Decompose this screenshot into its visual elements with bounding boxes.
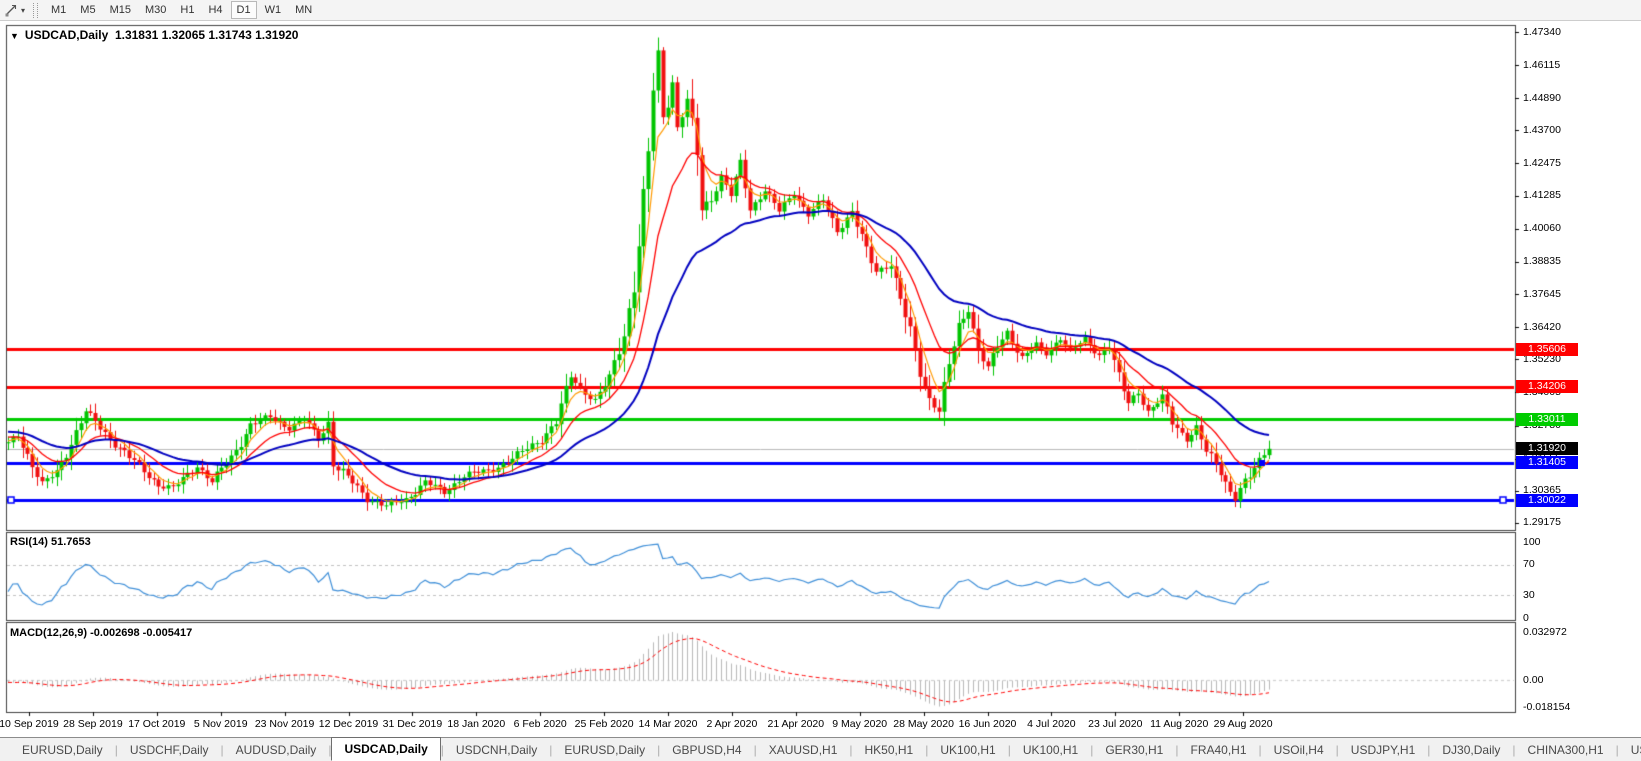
- toolbar: ▾ M1 M5 M15 M30 H1 H4 D1 W1 MN: [0, 0, 1641, 21]
- date-axis-label: 9 May 2020: [832, 718, 888, 730]
- chart-tab-usdcnh-daily[interactable]: USDCNH,Daily: [444, 740, 549, 760]
- chart-canvas[interactable]: [0, 21, 1641, 737]
- chart-tab-bar: EURUSD,Daily | USDCHF,Daily | AUDUSD,Daily | U…: [0, 736, 1641, 761]
- chart-tab-hk50-h1[interactable]: HK50,H1: [853, 740, 926, 760]
- price-level-label-1.34206: 1.34206: [1516, 380, 1578, 394]
- date-axis-label: 12 Dec 2019: [318, 718, 379, 730]
- timeframe-button-m30[interactable]: M30: [139, 1, 172, 19]
- price-level-label-1.31920: 1.31920: [1516, 442, 1578, 456]
- trendline-tool-icon[interactable]: [3, 2, 19, 18]
- date-axis-label: 5 Nov 2019: [193, 718, 248, 730]
- date-axis-label: 6 Feb 2020: [513, 718, 567, 730]
- chart-tab-ger30-h1[interactable]: GER30,H1: [1093, 740, 1175, 760]
- date-axis-label: 16 Jun 2020: [958, 718, 1017, 730]
- chart-tab-fra40-h1[interactable]: FRA40,H1: [1178, 740, 1258, 760]
- date-axis-label: 31 Dec 2019: [382, 718, 443, 730]
- rsi-scale-label: 100: [1523, 535, 1541, 548]
- chart-tab-eurusd-daily[interactable]: EURUSD,Daily: [10, 740, 115, 760]
- price-axis-label: 1.37645: [1523, 287, 1561, 300]
- rsi-scale-label: 30: [1523, 588, 1535, 601]
- price-axis-label: 1.46115: [1523, 58, 1561, 71]
- timeframe-button-m5[interactable]: M5: [74, 1, 101, 19]
- price-axis-label: 1.43700: [1523, 123, 1561, 136]
- chart-symbol-period: USDCAD,Daily: [24, 28, 109, 42]
- date-axis-label: 23 Jul 2020: [1088, 718, 1143, 730]
- chart-tab-uk100-h1[interactable]: UK100,H1: [1011, 740, 1090, 760]
- drawing-tool-group: ▾: [0, 0, 29, 20]
- date-axis-label: 25 Feb 2020: [574, 718, 634, 730]
- chart-tab-audusd-daily[interactable]: AUDUSD,Daily: [224, 740, 329, 760]
- date-axis-label: 14 Mar 2020: [638, 718, 698, 730]
- chart-tab-usoil-h4[interactable]: USOil,H4: [1262, 740, 1336, 760]
- chart-tab-usdjpy-h1[interactable]: USDJPY,H1: [1339, 740, 1427, 760]
- chart-tab-usdchf-daily[interactable]: USDCHF,Daily: [118, 740, 221, 760]
- timeframe-button-d1[interactable]: D1: [230, 1, 257, 19]
- timeframe-button-h4[interactable]: H4: [202, 1, 228, 19]
- chart-title: ▼ USDCAD,Daily 1.31831 1.32065 1.31743 1.…: [10, 28, 298, 42]
- chart-tab-usdcad-daily[interactable]: USDCAD,Daily: [331, 736, 441, 761]
- chart-tab-usoil-h1[interactable]: USOil,H1: [1619, 740, 1641, 760]
- rsi-scale-label: 70: [1523, 558, 1535, 571]
- chart-tab-dj30-daily[interactable]: DJ30,Daily: [1430, 740, 1512, 760]
- timeframe-button-group: M1 M5 M15 M30 H1 H4 D1 W1 MN: [44, 0, 319, 20]
- chart-tab-gbpusd-h4[interactable]: GBPUSD,H4: [660, 740, 753, 760]
- date-axis-label: 28 May 2020: [893, 718, 954, 730]
- price-level-label-1.35606: 1.35606: [1516, 342, 1578, 356]
- timeframe-button-m1[interactable]: M1: [45, 1, 72, 19]
- price-axis-label: 1.41285: [1523, 189, 1561, 202]
- chart-tab-uk100-h1[interactable]: UK100,H1: [928, 740, 1007, 760]
- rsi-indicator-label: RSI(14) 51.7653: [10, 536, 91, 548]
- date-axis-label: 4 Jul 2020: [1027, 718, 1076, 730]
- date-axis-label: 11 Aug 2020: [1150, 718, 1209, 730]
- date-axis-label: 17 Oct 2019: [128, 718, 186, 730]
- price-level-label-1.33011: 1.33011: [1516, 412, 1578, 426]
- price-axis-label: 1.40060: [1523, 222, 1561, 235]
- date-axis-label: 29 Aug 2020: [1213, 718, 1273, 730]
- chart-tab-xauusd-h1[interactable]: XAUUSD,H1: [757, 740, 850, 760]
- timeframe-button-h1[interactable]: H1: [174, 1, 200, 19]
- price-level-label-1.31405: 1.31405: [1516, 456, 1578, 470]
- price-axis-label: 1.42475: [1523, 156, 1561, 169]
- chart-tab-eurusd-daily[interactable]: EURUSD,Daily: [552, 740, 657, 760]
- price-axis-label: 1.47340: [1523, 25, 1561, 38]
- date-axis-label: 28 Sep 2019: [63, 718, 123, 730]
- macd-scale-label: 0.00: [1523, 673, 1544, 686]
- timeframe-button-w1[interactable]: W1: [259, 1, 288, 19]
- chart-tab-china300-h1[interactable]: CHINA300,H1: [1516, 740, 1616, 760]
- price-axis-label: 1.29175: [1523, 516, 1561, 529]
- trading-terminal-window: ▾ M1 M5 M15 M30 H1 H4 D1 W1 MN ▼ USDCAD,Daily 1.3…: [0, 0, 1641, 761]
- date-axis-label: 23 Nov 2019: [254, 718, 315, 730]
- chart-collapse-arrow-icon[interactable]: ▼: [10, 31, 19, 41]
- price-axis-label: 1.44890: [1523, 91, 1561, 104]
- chart-ohlc-values: 1.31831 1.32065 1.31743 1.31920: [114, 28, 299, 42]
- price-axis-label: 1.36420: [1523, 320, 1561, 333]
- date-axis-label: 18 Jan 2020: [447, 718, 506, 730]
- macd-indicator-label: MACD(12,26,9) -0.002698 -0.005417: [10, 627, 193, 639]
- macd-scale-label: -0.018154: [1523, 700, 1571, 713]
- chart-area: ▼ USDCAD,Daily 1.31831 1.32065 1.31743 1.…: [0, 21, 1641, 737]
- date-axis-label: 10 Sep 2019: [0, 718, 59, 730]
- rsi-scale-label: 0: [1523, 611, 1529, 624]
- timeframe-button-m15[interactable]: M15: [104, 1, 137, 19]
- date-axis-label: 21 Apr 2020: [767, 718, 825, 730]
- date-axis-label: 2 Apr 2020: [706, 718, 758, 730]
- macd-scale-label: 0.032972: [1523, 625, 1567, 638]
- timeframe-button-mn[interactable]: MN: [289, 1, 318, 19]
- price-axis-label: 1.38835: [1523, 255, 1561, 268]
- toolbar-grip-handle[interactable]: [33, 2, 39, 18]
- tool-dropdown-arrow[interactable]: ▾: [21, 6, 25, 15]
- price-level-label-1.30022: 1.30022: [1516, 493, 1578, 507]
